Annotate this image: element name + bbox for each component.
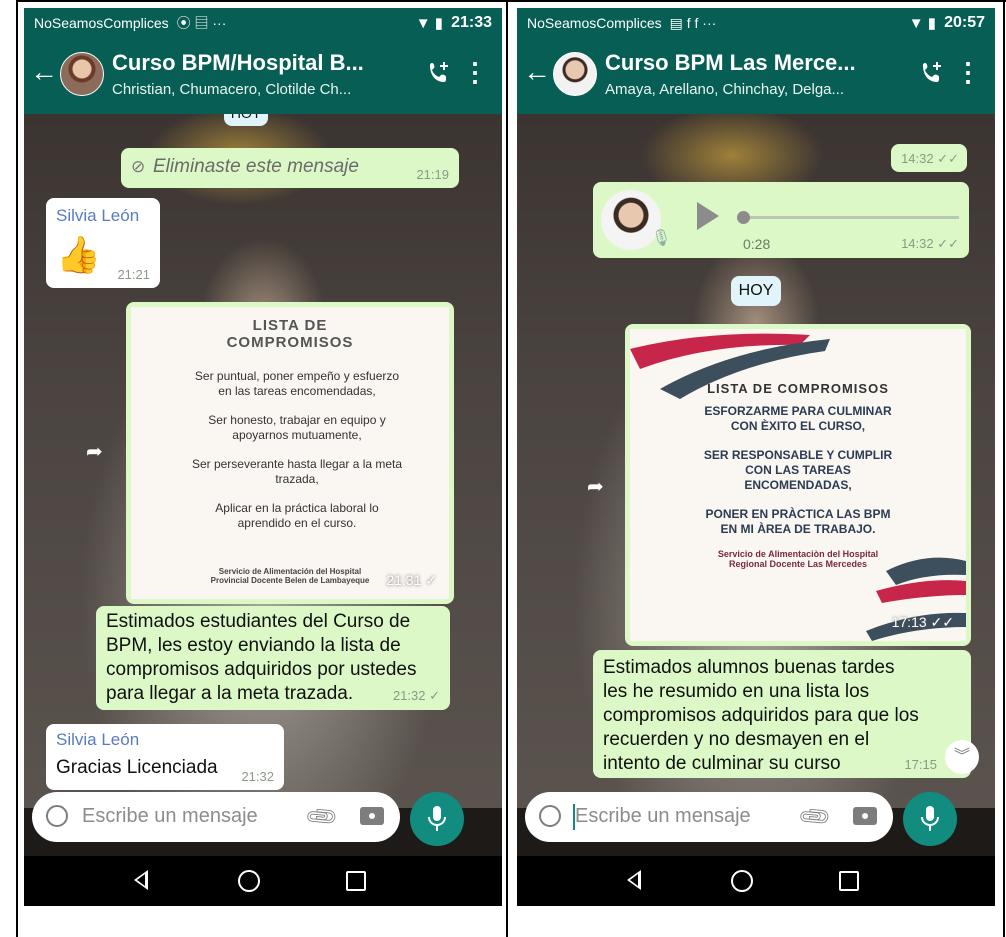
message-text: Estimados estudiantes del Curso de BPM, …: [106, 611, 417, 704]
message-input[interactable]: Escribe un mensaje: [82, 805, 258, 828]
chat-area[interactable]: 14:32 ✓✓ 🎙︎ 0:28 14:32 ✓✓ HOY LISTA DE C…: [517, 114, 995, 808]
android-nav-bar: [24, 856, 502, 906]
mic-icon[interactable]: [410, 792, 464, 846]
sender-name: Silvia León: [56, 730, 140, 749]
deleted-icon: ⊘: [131, 157, 146, 176]
message-input[interactable]: Escribe un mensaje: [575, 805, 751, 828]
image-line-3: PONER EN PRÀCTICA LAS BPM EN MI ÀREA DE …: [705, 507, 891, 536]
chat-title[interactable]: Curso BPM Las Merce...: [605, 50, 856, 76]
status-bar: NoSeamosComplices ▤ f f ··· ▼ ▮ 20:57: [517, 8, 995, 38]
add-call-icon[interactable]: [919, 60, 945, 86]
group-avatar[interactable]: [553, 52, 597, 96]
image-line-4: Aplicar en la práctica laboral lo aprend…: [215, 501, 379, 530]
nav-recent-icon[interactable]: [346, 871, 366, 891]
frame-divider: [506, 0, 508, 937]
deleted-message[interactable]: ⊘ Eliminaste este mensaje 21:19: [121, 148, 459, 188]
message-time: 17:13 ✓✓: [891, 614, 954, 630]
signal-icon: ▼ ▮: [908, 15, 937, 32]
message-time: 21:31 ✓: [386, 572, 437, 588]
image-line-1: Ser puntual, poner empeño y esfuerzo en …: [194, 369, 400, 398]
outgoing-message[interactable]: 14:32 ✓✓: [891, 144, 967, 172]
brush-decoration: [630, 333, 830, 399]
forward-icon[interactable]: ➦: [587, 474, 604, 499]
more-vert-icon[interactable]: ⋮: [462, 59, 488, 85]
message-time: 21:19: [416, 167, 449, 182]
message-input-bar[interactable]: Escribe un mensaje 📎︎: [32, 792, 400, 842]
chat-title[interactable]: Curso BPM/Hospital B...: [112, 50, 364, 76]
status-bar: NoSeamosComplices ⦿ ▤ ··· ▼ ▮ 21:33: [24, 8, 502, 38]
camera-icon[interactable]: [360, 807, 384, 825]
image-attachment[interactable]: LISTA DE COMPROMISOS Ser puntual, poner …: [131, 307, 449, 599]
chat-area[interactable]: HOY ⊘ Eliminaste este mensaje 21:19 Silv…: [24, 114, 502, 808]
image-line-3: Ser perseverante hasta llegar a la meta …: [191, 457, 403, 486]
message-time: 21:32: [241, 769, 274, 784]
day-chip: HOY: [224, 114, 268, 126]
nav-home-icon[interactable]: [731, 870, 753, 892]
notification-icons: ▤ f f ···: [669, 14, 717, 31]
nav-back-icon[interactable]: [627, 870, 641, 890]
thumbs-up-emoji: 👍: [56, 234, 101, 275]
phone-screen-left: NoSeamosComplices ⦿ ▤ ··· ▼ ▮ 21:33 ← Cu…: [24, 8, 502, 906]
back-arrow-icon[interactable]: ←: [30, 58, 58, 86]
chat-header: ← Curso BPM Las Merce... Amaya, Arellano…: [517, 38, 995, 114]
frame-right: [1003, 0, 1005, 937]
audio-seekbar[interactable]: [737, 211, 959, 224]
camera-icon[interactable]: [853, 807, 877, 825]
message-time: 17:15: [904, 757, 937, 772]
deleted-text: Eliminaste este mensaje: [153, 156, 359, 177]
attach-icon[interactable]: 📎︎: [303, 798, 341, 836]
android-nav-bar: [517, 856, 995, 906]
incoming-message[interactable]: Silvia León 👍 21:21: [46, 198, 160, 288]
notification-icons: ⦿ ▤ ···: [176, 15, 227, 31]
image-line-2: SER RESPONSABLE Y CUMPLIR CON LAS TAREAS…: [703, 448, 893, 492]
frame-top: [16, 0, 1006, 2]
outgoing-message[interactable]: Estimados estudiantes del Curso de BPM, …: [96, 606, 450, 710]
mic-badge-icon: 🎙︎: [651, 230, 672, 247]
status-time: 21:33: [451, 14, 492, 31]
message-input-bar[interactable]: Escribe un mensaje 📎︎: [525, 792, 893, 842]
image-attachment[interactable]: LISTA DE COMPROMISOS ESFORZARME PARA CUL…: [630, 329, 966, 641]
carrier-label: NoSeamosComplices: [34, 15, 169, 31]
add-call-icon[interactable]: [426, 60, 452, 86]
image-title: LISTA DE COMPROMISOS: [226, 317, 354, 351]
nav-home-icon[interactable]: [238, 870, 260, 892]
day-chip: HOY: [731, 276, 781, 306]
scroll-down-icon[interactable]: ︾: [945, 740, 979, 774]
message-text: Gracias Licenciada: [56, 757, 218, 778]
emoji-icon[interactable]: [539, 805, 561, 827]
play-icon[interactable]: [697, 202, 719, 230]
signal-icon: ▼ ▮: [415, 15, 444, 32]
sender-name: Silvia León: [56, 206, 140, 225]
audio-message[interactable]: 🎙︎ 0:28 14:32 ✓✓: [593, 182, 969, 258]
seekbar-thumb[interactable]: [737, 211, 750, 224]
message-time: 14:32 ✓✓: [901, 151, 959, 166]
message-text: Estimados alumnos buenas tardes les he r…: [603, 657, 919, 774]
message-time: 21:21: [117, 267, 150, 282]
audio-duration: 0:28: [743, 236, 771, 252]
chat-header: ← Curso BPM/Hospital B... Christian, Chu…: [24, 38, 502, 114]
message-time: 14:32 ✓✓: [901, 236, 959, 251]
phone-screen-right: NoSeamosComplices ▤ f f ··· ▼ ▮ 20:57 ← …: [517, 8, 995, 906]
frame-left: [16, 0, 18, 937]
group-avatar[interactable]: [60, 52, 104, 96]
status-time: 20:57: [944, 14, 985, 31]
chat-participants[interactable]: Amaya, Arellano, Chinchay, Delga...: [605, 81, 844, 98]
emoji-icon[interactable]: [46, 805, 68, 827]
image-message[interactable]: LISTA DE COMPROMISOS Ser puntual, poner …: [126, 302, 454, 604]
image-line-2: Ser honesto, trabajar en equipo y apoyar…: [208, 413, 386, 442]
message-time: 21:32 ✓: [392, 688, 440, 703]
mic-icon[interactable]: [903, 792, 957, 846]
forward-icon[interactable]: ➦: [86, 439, 103, 464]
more-vert-icon[interactable]: ⋮: [955, 59, 981, 85]
chat-participants[interactable]: Christian, Chumacero, Clotilde Ch...: [112, 81, 351, 98]
nav-back-icon[interactable]: [134, 870, 148, 890]
back-arrow-icon[interactable]: ←: [523, 58, 551, 86]
attach-icon[interactable]: 📎︎: [796, 798, 834, 836]
nav-recent-icon[interactable]: [839, 871, 859, 891]
outgoing-message[interactable]: Estimados alumnos buenas tardes les he r…: [593, 650, 971, 778]
image-message[interactable]: LISTA DE COMPROMISOS ESFORZARME PARA CUL…: [625, 324, 971, 646]
carrier-label: NoSeamosComplices: [527, 15, 662, 31]
incoming-message[interactable]: Silvia León Gracias Licenciada 21:32: [46, 724, 284, 790]
